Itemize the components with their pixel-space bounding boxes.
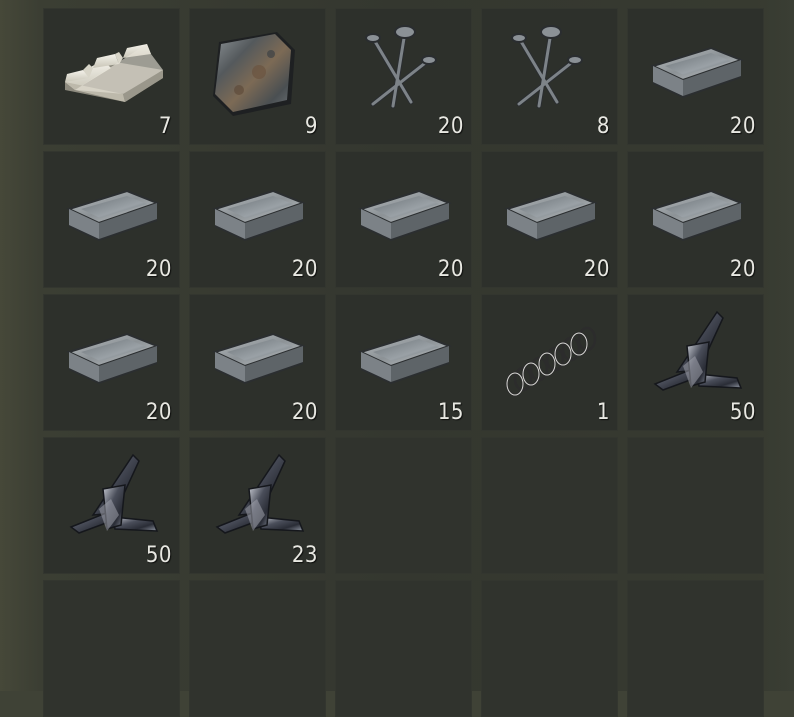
hq-metal-bars-icon: [53, 20, 169, 120]
inventory-slot[interactable]: 20: [335, 151, 472, 288]
metal-sheet-icon: [199, 20, 315, 120]
metal-ingot-icon: [53, 163, 169, 263]
inventory-slot[interactable]: 9: [189, 8, 326, 145]
empty-inventory-slot[interactable]: [481, 580, 618, 717]
metal-fragments-icon: [637, 306, 753, 406]
item-quantity: 20: [291, 400, 318, 425]
inventory-grid: 7 9 20 8 20 20 20 20 20 20 20 20 15 1 50…: [43, 8, 764, 717]
inventory-slot[interactable]: 20: [189, 151, 326, 288]
item-quantity: 50: [729, 400, 756, 425]
metal-ingot-icon: [53, 306, 169, 406]
empty-inventory-slot[interactable]: [335, 437, 472, 574]
inventory-slot[interactable]: 20: [481, 151, 618, 288]
item-quantity: 15: [437, 400, 464, 425]
item-quantity: 8: [596, 114, 610, 139]
metal-spring-icon: [491, 306, 607, 406]
nails-icon: [345, 20, 461, 120]
metal-ingot-icon: [199, 163, 315, 263]
item-quantity: 7: [158, 114, 172, 139]
metal-fragments-icon: [53, 449, 169, 549]
inventory-slot[interactable]: 20: [627, 151, 764, 288]
inventory-slot[interactable]: 15: [335, 294, 472, 431]
empty-inventory-slot[interactable]: [43, 580, 180, 717]
empty-inventory-slot[interactable]: [189, 580, 326, 717]
inventory-slot[interactable]: 20: [627, 8, 764, 145]
item-quantity: 20: [291, 257, 318, 282]
empty-inventory-slot[interactable]: [335, 580, 472, 717]
item-quantity: 23: [291, 543, 318, 568]
empty-inventory-slot[interactable]: [627, 580, 764, 717]
item-quantity: 1: [596, 400, 610, 425]
metal-ingot-icon: [199, 306, 315, 406]
inventory-slot[interactable]: 20: [43, 294, 180, 431]
inventory-slot[interactable]: 20: [335, 8, 472, 145]
nails-icon: [491, 20, 607, 120]
item-quantity: 20: [729, 114, 756, 139]
inventory-panel: 7 9 20 8 20 20 20 20 20 20 20 20 15 1 50…: [0, 0, 794, 717]
empty-inventory-slot[interactable]: [627, 437, 764, 574]
metal-fragments-icon: [199, 449, 315, 549]
inventory-slot[interactable]: 50: [627, 294, 764, 431]
metal-ingot-icon: [345, 163, 461, 263]
metal-ingot-icon: [637, 163, 753, 263]
item-quantity: 20: [145, 400, 172, 425]
metal-ingot-icon: [345, 306, 461, 406]
empty-inventory-slot[interactable]: [481, 437, 618, 574]
item-quantity: 20: [437, 257, 464, 282]
inventory-slot[interactable]: 20: [189, 294, 326, 431]
inventory-slot[interactable]: 7: [43, 8, 180, 145]
item-quantity: 20: [145, 257, 172, 282]
inventory-slot[interactable]: 23: [189, 437, 326, 574]
item-quantity: 50: [145, 543, 172, 568]
inventory-slot[interactable]: 20: [43, 151, 180, 288]
item-quantity: 20: [437, 114, 464, 139]
item-quantity: 20: [729, 257, 756, 282]
inventory-slot[interactable]: 50: [43, 437, 180, 574]
inventory-slot[interactable]: 1: [481, 294, 618, 431]
metal-ingot-icon: [491, 163, 607, 263]
item-quantity: 20: [583, 257, 610, 282]
inventory-slot[interactable]: 8: [481, 8, 618, 145]
item-quantity: 9: [304, 114, 318, 139]
metal-ingot-icon: [637, 20, 753, 120]
